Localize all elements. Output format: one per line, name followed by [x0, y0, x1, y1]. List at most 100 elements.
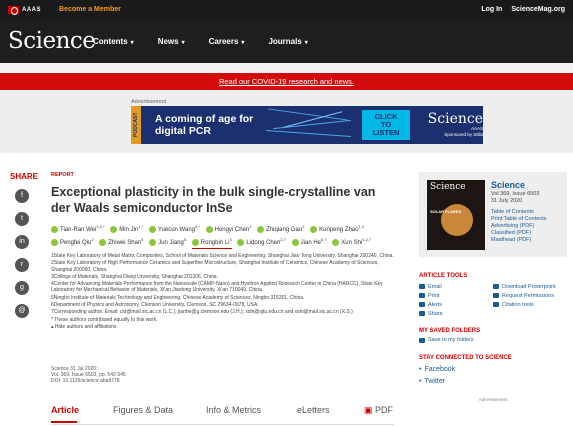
alerts-tool[interactable]: Alerts — [419, 300, 493, 309]
share-label: SHARE — [10, 172, 39, 181]
citation-block: Science 31 Jul 2020: Vol. 369, Issue 650… — [51, 366, 126, 385]
author-icon — [332, 238, 340, 246]
bullet-icon: • — [419, 366, 422, 373]
classified-link[interactable]: Classified (PDF) — [491, 230, 547, 237]
author[interactable]: Zhiwei Shan4 — [99, 235, 144, 248]
aaas-logo[interactable]: AAAS — [8, 5, 41, 15]
google-icon[interactable]: g — [15, 281, 29, 295]
reddit-icon[interactable]: r — [15, 258, 29, 272]
affiliation: 6Department of Physics and Astronomy, Cl… — [51, 302, 259, 309]
email-tool[interactable]: Email — [419, 282, 493, 291]
print-tool[interactable]: Print — [419, 291, 493, 300]
facebook-icon[interactable]: f — [15, 189, 29, 203]
download-powerpoint-tool[interactable]: Download Powerpoint — [493, 282, 567, 291]
linkedin-icon[interactable]: in — [15, 235, 29, 249]
click-to-listen-button[interactable]: CLICK TO LISTEN — [362, 110, 410, 140]
sciencemag-link[interactable]: ScienceMag.org — [511, 6, 565, 13]
nav-careers[interactable]: Careers ▾ — [209, 37, 245, 46]
affiliation: 4Center for Advancing Materials Performa… — [51, 281, 383, 294]
author-icon — [191, 238, 199, 246]
journal-name[interactable]: Science — [491, 180, 547, 191]
author-icon — [310, 225, 318, 233]
author[interactable]: Xun Shi1,2,7 — [332, 235, 371, 248]
chevron-down-icon: ▾ — [181, 39, 185, 46]
author-icon — [237, 238, 245, 246]
bullet-icon: • — [419, 378, 422, 385]
author-icon — [257, 225, 265, 233]
author-icon — [51, 238, 58, 246]
nav-journals[interactable]: Journals ▾ — [268, 37, 307, 46]
facebook-link[interactable]: • Facebook — [419, 364, 567, 376]
affiliation: 1State Key Laboratory of Metal Matrix Co… — [51, 253, 394, 259]
author-icon — [205, 225, 213, 233]
share-tool[interactable]: Share — [419, 309, 493, 318]
author[interactable]: Jian He6,7 — [291, 235, 327, 248]
author[interactable]: Jun Jiang5 — [149, 235, 186, 248]
issue-date: 31 July 2020 — [491, 198, 523, 204]
email-icon[interactable]: @ — [15, 304, 29, 318]
affiliation: 2State Key Laboratory of High Performanc… — [51, 260, 379, 273]
citation-line: DOI: 10.1126/science.aba9778 — [51, 378, 120, 385]
tab-figures[interactable]: Figures & Data — [113, 405, 206, 426]
author[interactable]: Rongbin Li3 — [191, 235, 232, 249]
issue-box: Science SOLAR FLARES Science Vol 369, Is… — [419, 172, 567, 257]
author[interactable]: Kunpeng Zhao1,2 — [310, 222, 364, 235]
ad-headline: A coming of age for digital PCR — [155, 113, 254, 137]
article-tabs: Article Figures & Data Info & Metrics eL… — [51, 405, 394, 426]
tab-eletters[interactable]: eLetters — [297, 405, 364, 426]
ad-brand: Science AAAS Sponsored by Stilla — [427, 111, 483, 137]
nav-spacer — [0, 63, 573, 73]
main-nav: Science Contents ▾ News ▾ Careers ▾ Journal… — [0, 19, 573, 63]
author-icon — [110, 225, 118, 233]
author-list: Tian-Ran Wei1,2,* Min Jin1,* Yuecun Wang… — [51, 222, 394, 249]
print-toc-link[interactable]: Print Table of Contents — [491, 216, 547, 223]
chevron-down-icon: ▾ — [304, 39, 308, 46]
author[interactable]: Lidong Chen2,7 — [237, 235, 286, 248]
author-icon — [148, 225, 156, 233]
article-tools: Email Download Powerpoint Print Request … — [419, 282, 567, 318]
affiliation: * These authors contributed equally to t… — [51, 316, 158, 323]
share-icon — [419, 311, 425, 316]
toc-link[interactable]: Table of Contents — [491, 209, 547, 216]
aaas-icon — [8, 5, 19, 15]
tab-pdf[interactable]: ▣ PDF — [364, 405, 393, 426]
author[interactable]: Yuecun Wang4,* — [148, 222, 200, 235]
citation-icon — [493, 302, 499, 307]
cover-image[interactable]: Science SOLAR FLARES — [427, 180, 485, 250]
author[interactable]: Pengfei Qiu2 — [51, 235, 94, 248]
twitter-icon[interactable]: t — [15, 212, 29, 226]
issue-volume: Vol 369, Issue 6503 — [491, 191, 540, 197]
covid-link[interactable]: Read our COVID-19 research and news. — [219, 77, 354, 86]
chevron-down-icon: ▾ — [241, 39, 245, 46]
advertising-link[interactable]: Advertising (PDF) — [491, 223, 547, 230]
ad-label: Advertisement — [131, 99, 167, 105]
nav-news[interactable]: News ▾ — [158, 37, 185, 46]
nav-contents[interactable]: Contents ▾ — [93, 37, 134, 46]
twitter-link[interactable]: • Twitter — [419, 376, 567, 388]
science-logo[interactable]: Science — [8, 28, 96, 54]
print-icon — [419, 293, 425, 298]
ad-banner[interactable]: PODCAST A coming of age for digital PCR … — [131, 106, 483, 144]
tab-info-metrics[interactable]: Info & Metrics — [206, 405, 297, 426]
permissions-icon — [493, 293, 499, 298]
pdf-icon: ▣ — [364, 405, 376, 415]
download-icon — [493, 284, 499, 289]
request-permissions-tool[interactable]: Request Permissions — [493, 291, 567, 300]
email-icon — [419, 284, 425, 289]
author-icon — [291, 238, 299, 246]
masthead-link[interactable]: Masthead (PDF) — [491, 237, 547, 244]
author[interactable]: Min Jin1,* — [110, 222, 143, 235]
become-member-link[interactable]: Become a Member — [59, 6, 121, 13]
author[interactable]: Zhiqiang Gao2 — [257, 222, 304, 235]
tab-divider — [51, 424, 394, 425]
tab-article[interactable]: Article — [51, 405, 113, 426]
citation-tools-tool[interactable]: Citation tools — [493, 300, 567, 309]
author[interactable]: Hongyi Chen2 — [205, 222, 252, 235]
top-utility-bar: AAAS Become a Member Log In ScienceMag.o… — [0, 0, 573, 19]
author[interactable]: Tian-Ran Wei1,2,* — [51, 222, 105, 235]
share-column: SHARE f t in r g @ — [10, 172, 40, 327]
save-to-folders-link[interactable]: Save to my folders — [419, 337, 567, 343]
covid-banner[interactable]: Read our COVID-19 research and news. — [0, 73, 573, 90]
login-link[interactable]: Log In — [481, 6, 502, 13]
hide-authors-link[interactable]: ▴ Hide authors and affiliations — [51, 324, 394, 330]
